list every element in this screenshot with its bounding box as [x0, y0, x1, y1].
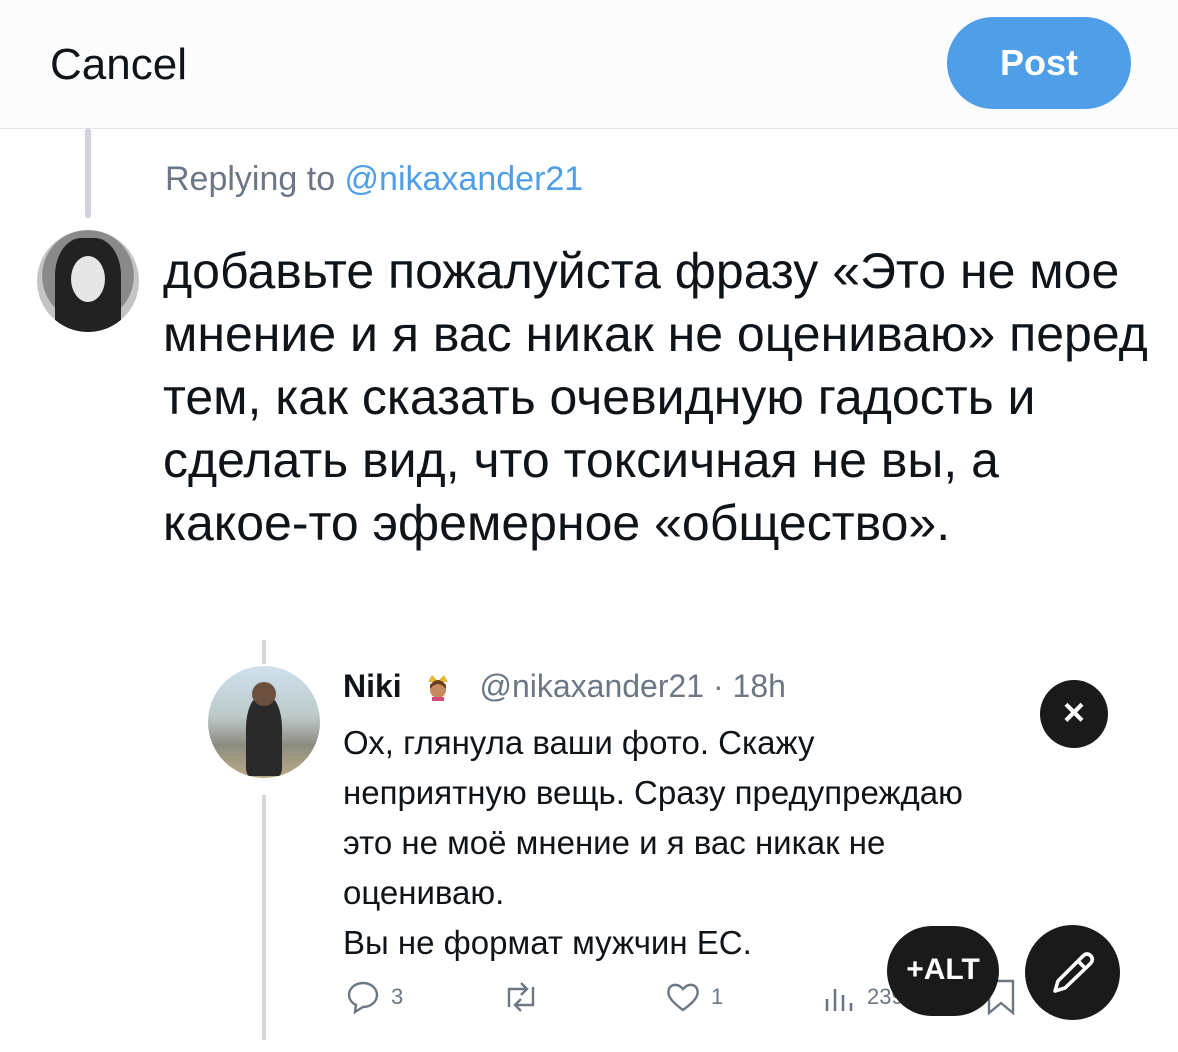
quoted-line: оцениваю.	[343, 874, 505, 911]
quoted-line: Ох, глянула ваши фото. Скажу	[343, 724, 815, 761]
edit-image-button[interactable]	[1025, 925, 1120, 1020]
add-alt-text-button[interactable]: +ALT	[887, 926, 999, 1016]
quoted-tweet-text: Ох, глянула ваши фото. Скажу неприятную …	[343, 718, 1103, 968]
post-button[interactable]: Post	[947, 17, 1131, 109]
quote-thread-line-top	[262, 640, 266, 664]
quoted-avatar	[208, 666, 320, 778]
reply-action: 3	[343, 972, 403, 1022]
quoted-line: неприятную вещь. Сразу предупреждаю	[343, 774, 963, 811]
reply-icon	[347, 981, 379, 1015]
quoted-tweet-header: Niki @nikaxander21 · 18h	[343, 668, 786, 705]
heart-icon	[667, 983, 699, 1012]
quoted-author-name: Niki	[343, 668, 402, 704]
like-action: 1	[663, 972, 723, 1022]
cancel-button[interactable]: Cancel	[50, 40, 187, 90]
reply-count: 3	[391, 984, 404, 1009]
views-icon	[825, 989, 853, 1011]
close-icon: ×	[1062, 692, 1086, 734]
crown-emoji-icon	[427, 675, 448, 701]
thread-line	[85, 128, 91, 218]
remove-attachment-button[interactable]: ×	[1040, 680, 1108, 748]
repost-action	[501, 972, 541, 1022]
quoted-handle-time: @nikaxander21 · 18h	[479, 668, 786, 704]
avatar-face	[71, 256, 105, 302]
pencil-icon	[1053, 952, 1095, 993]
repost-icon	[507, 982, 535, 1012]
like-count: 1	[711, 984, 724, 1009]
avatar-head	[252, 682, 276, 706]
quote-thread-line	[262, 795, 266, 1040]
replying-to-handle[interactable]: @nikaxander21	[345, 160, 584, 198]
compose-header: Cancel Post	[0, 0, 1178, 129]
user-avatar	[37, 230, 139, 332]
quoted-line: это не моё мнение и я вас никак не	[343, 824, 886, 861]
replying-to: Replying to @nikaxander21	[165, 160, 583, 199]
avatar-body	[246, 696, 282, 776]
compose-text[interactable]: добавьте пожалуйста фразу «Это не мое мн…	[163, 240, 1153, 555]
replying-to-prefix: Replying to	[165, 160, 345, 198]
